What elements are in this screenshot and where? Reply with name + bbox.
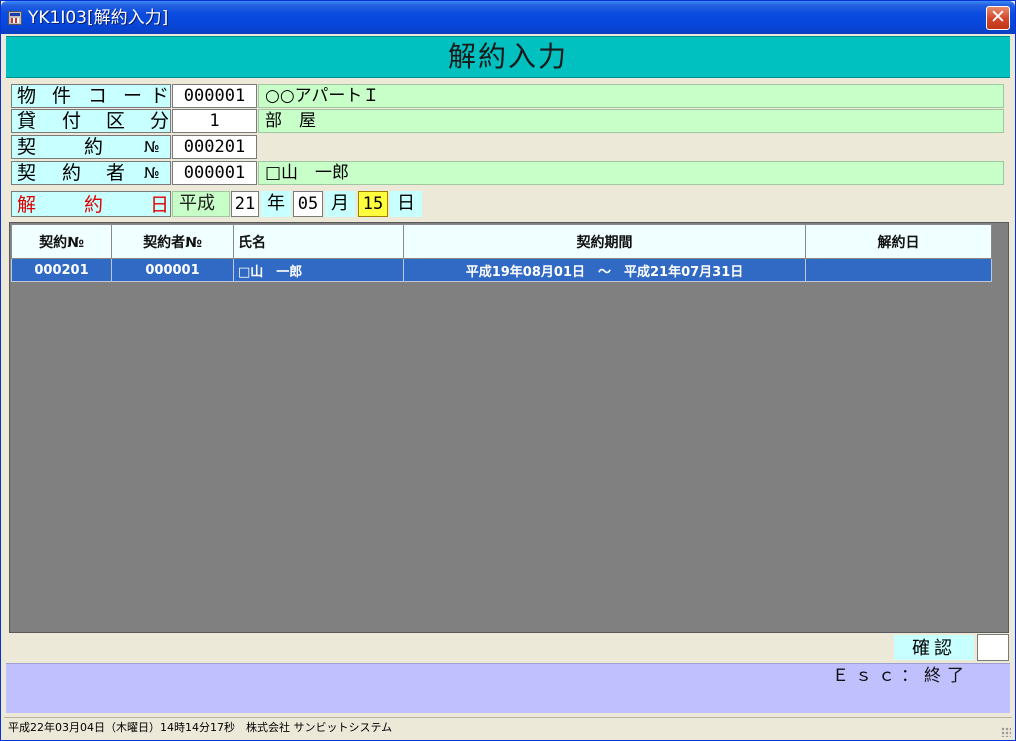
resize-grip-icon[interactable] [1001, 727, 1011, 737]
label-char: 契 [17, 162, 37, 184]
label-char: 分 [150, 110, 170, 132]
col-period[interactable]: 契約期間 [403, 224, 806, 259]
header-band: 解約入力 [6, 36, 1010, 78]
cell-cancel-date[interactable] [805, 258, 992, 282]
loan-type-name: 部 屋 [258, 109, 1004, 133]
contract-table: 契約№ 契約者№ 氏名 契約期間 解約日 000201 000001 □山 一郎… [11, 224, 992, 282]
label-char: 区 [106, 110, 126, 132]
cell-name[interactable]: □山 一郎 [233, 258, 404, 282]
label-char: № [144, 138, 160, 156]
label-char: 約 [84, 136, 104, 158]
col-name[interactable]: 氏名 [233, 224, 404, 259]
cell-period[interactable]: 平成19年08月01日 ～ 平成21年07月31日 [403, 258, 806, 282]
table-header-row: 契約№ 契約者№ 氏名 契約期間 解約日 [11, 224, 992, 259]
label-char: 契 [17, 136, 37, 158]
confirm-input[interactable] [977, 634, 1009, 661]
label-char: 貸 [17, 110, 37, 132]
label-char: 約 [62, 162, 82, 184]
col-contractor-no[interactable]: 契約者№ [111, 224, 234, 259]
month-field[interactable]: 05 [293, 191, 323, 217]
contract-no-label: 契 約 № [11, 135, 171, 159]
loan-type-field[interactable]: 1 [172, 109, 257, 133]
property-name: ○○アパートＩ [258, 84, 1004, 108]
day-unit: 日 [390, 191, 422, 217]
window-title: YK1I03[解約入力] [28, 8, 169, 28]
label-char: 物 [17, 85, 37, 107]
confirm-label: 確認 [893, 634, 975, 661]
col-contract-no[interactable]: 契約№ [11, 224, 112, 259]
era-label: 平成 [172, 191, 230, 217]
cancel-date-label: 解 約 日 [11, 191, 171, 217]
label-char: ド [150, 85, 170, 107]
contract-no-field[interactable]: 000201 [172, 135, 257, 159]
day-field[interactable]: 15 [358, 191, 388, 217]
function-key-band: Ｅｓｃ：終了 [6, 663, 1010, 713]
label-char: ー [123, 85, 143, 107]
label-char: № [144, 164, 160, 182]
status-bar: 平成22年03月04日（木曜日）14時14分17秒 株式会社 サンビットシステム [4, 717, 1012, 739]
month-unit: 月 [325, 191, 355, 217]
label-char: 件 [52, 85, 72, 107]
contract-grid[interactable]: 契約№ 契約者№ 氏名 契約期間 解約日 000201 000001 □山 一郎… [9, 222, 1009, 633]
label-char: 者 [106, 162, 126, 184]
page-title: 解約入力 [447, 40, 568, 73]
property-code-label: 物 件 コ ー ド [11, 84, 171, 108]
label-char: コ [88, 85, 108, 107]
main-window: YK1I03[解約入力] ✕ 解約入力 物 件 コ ー ド 000001 ○○ア… [0, 0, 1016, 741]
close-button[interactable]: ✕ [986, 6, 1010, 30]
col-cancel-date[interactable]: 解約日 [805, 224, 992, 259]
year-field[interactable]: 21 [231, 191, 259, 217]
label-char: 付 [62, 110, 82, 132]
esc-exit-key[interactable]: Ｅｓｃ：終了 [832, 664, 970, 688]
app-icon[interactable] [8, 11, 22, 25]
contractor-name: □山 一郎 [258, 161, 1004, 185]
label-char: 約 [84, 194, 104, 216]
year-unit: 年 [261, 191, 291, 217]
cell-contract-no[interactable]: 000201 [11, 258, 112, 282]
cell-contractor-no[interactable]: 000001 [111, 258, 234, 282]
title-bar[interactable]: YK1I03[解約入力] ✕ [1, 1, 1015, 34]
table-row[interactable]: 000201 000001 □山 一郎 平成19年08月01日 ～ 平成21年0… [11, 258, 992, 282]
loan-type-label: 貸 付 区 分 [11, 109, 171, 133]
label-char: 日 [150, 194, 170, 216]
property-code-field[interactable]: 000001 [172, 84, 257, 108]
contractor-no-label: 契 約 者 № [11, 161, 171, 185]
contractor-no-field[interactable]: 000001 [172, 161, 257, 185]
label-char: 解 [17, 194, 37, 216]
